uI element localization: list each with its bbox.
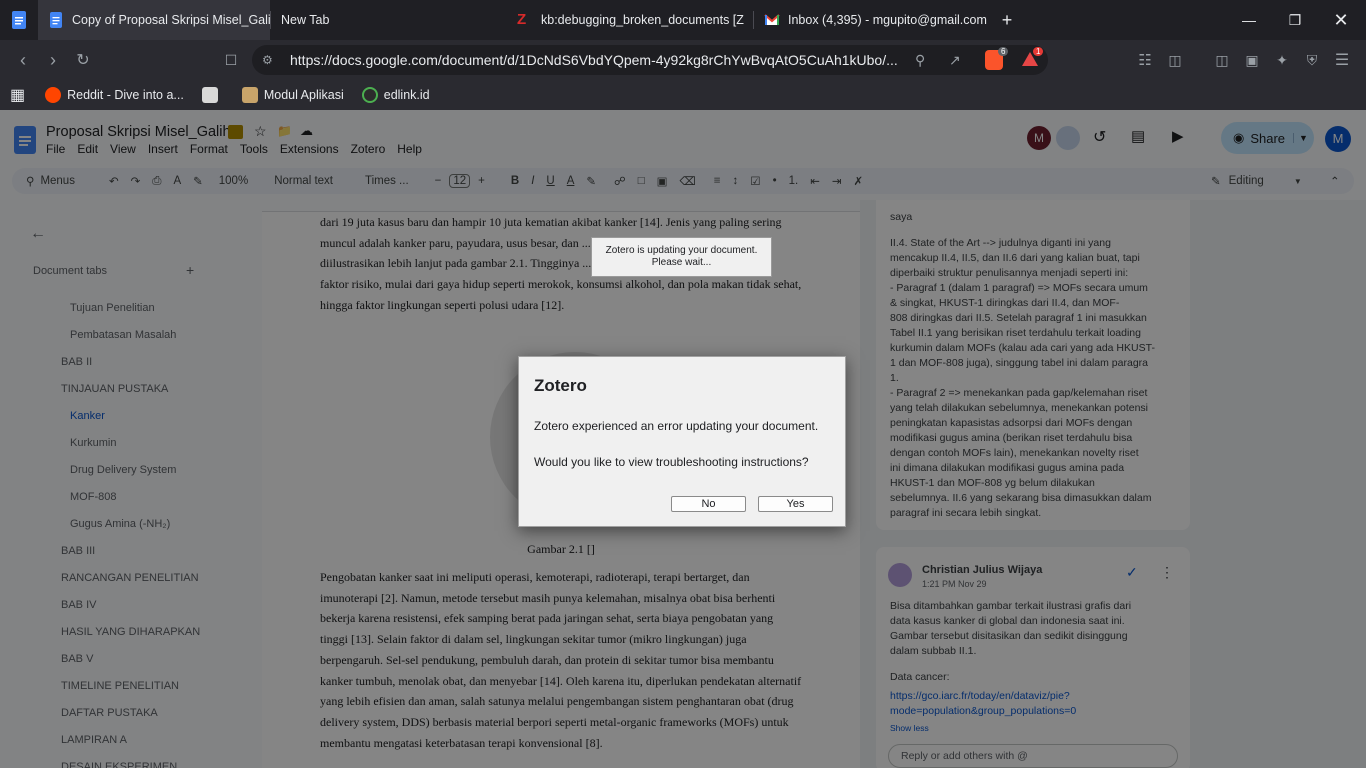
- no-button[interactable]: No: [671, 496, 746, 512]
- bookmark-reddit[interactable]: Reddit - Dive into a...: [45, 87, 184, 103]
- reddit-icon: [45, 87, 62, 103]
- docs-app-icon[interactable]: [0, 0, 38, 40]
- tab-gmail[interactable]: Inbox (4,395) - mgupito@gmail.com: [754, 0, 992, 40]
- tab-label: kb:debugging_broken_documents [Z: [541, 13, 744, 27]
- wallet-icon[interactable]: ▣: [1237, 45, 1267, 75]
- zotero-icon: Z: [517, 11, 527, 28]
- url-bar[interactable]: ⚙ https://docs.google.com/document/d/1Dc…: [252, 45, 1048, 75]
- close-icon[interactable]: ✕: [1318, 0, 1364, 40]
- bookmark-label: edlink.id: [383, 88, 430, 102]
- tab-label: Copy of Proposal Skripsi Misel_Galih: [72, 13, 270, 27]
- back-icon[interactable]: ‹: [8, 45, 38, 75]
- gmail-icon: [764, 14, 780, 25]
- vpn-icon[interactable]: ⛨: [1297, 45, 1327, 75]
- site-info-icon[interactable]: ⚙: [262, 53, 273, 67]
- zotero-error-dialog: Zotero Zotero experienced an error updat…: [518, 356, 846, 527]
- browser-menu-icon[interactable]: ☰: [1327, 45, 1357, 75]
- extensions-icon[interactable]: ☷: [1130, 45, 1160, 75]
- bookmark-icon[interactable]: ☐: [216, 45, 246, 75]
- tab-zotero-kb[interactable]: Z kb:debugging_broken_documents [Z: [507, 0, 753, 40]
- dialog-question: Would you like to view troubleshooting i…: [534, 455, 809, 469]
- yes-button[interactable]: Yes: [758, 496, 833, 512]
- modul-icon: [241, 87, 258, 103]
- search-tab-icon[interactable]: ◫: [1160, 45, 1190, 75]
- tab-proposal[interactable]: Copy of Proposal Skripsi Misel_Galih: [38, 0, 270, 40]
- sidebar-icon[interactable]: ◫: [1207, 45, 1237, 75]
- dialog-message: Zotero experienced an error updating you…: [534, 419, 819, 433]
- brave-badge: 6: [998, 47, 1009, 56]
- url-text: https://docs.google.com/document/d/1DcNd…: [290, 52, 898, 68]
- tab-label: Inbox (4,395) - mgupito@gmail.com: [788, 13, 987, 27]
- progress-wait: Please wait...: [651, 257, 712, 268]
- bookmark-modul-aplikasi[interactable]: Modul Aplikasi: [241, 87, 344, 103]
- docs-icon: [50, 12, 62, 28]
- minimize-icon[interactable]: —: [1226, 0, 1272, 40]
- restore-icon[interactable]: ❐: [1272, 0, 1318, 40]
- forward-icon[interactable]: ›: [38, 45, 68, 75]
- progress-message: Zotero is updating your document.: [605, 245, 758, 256]
- edlink-icon: [361, 87, 378, 103]
- bookmark-edlink[interactable]: edlink.id: [361, 87, 430, 103]
- bookmarks-bar: ▦ Reddit - Dive into a... Modul Aplikasi…: [0, 80, 1366, 110]
- leo-ai-icon[interactable]: ✦: [1267, 45, 1297, 75]
- bookmark-unnamed[interactable]: [201, 87, 224, 103]
- apps-grid-icon[interactable]: ▦: [10, 85, 25, 105]
- new-tab-button[interactable]: +: [992, 0, 1022, 40]
- zotero-progress-window: Zotero is updating your document. Please…: [591, 237, 772, 277]
- share-page-icon[interactable]: ↗: [949, 52, 961, 69]
- dialog-title: Zotero: [534, 376, 587, 395]
- tab-label: New Tab: [281, 13, 330, 27]
- bookmark-label: Reddit - Dive into a...: [67, 88, 184, 102]
- alert-badge: 1: [1033, 47, 1044, 56]
- bookmark-label: Modul Aplikasi: [263, 88, 344, 102]
- page-icon: [201, 87, 218, 103]
- reload-icon[interactable]: ↻: [68, 45, 98, 75]
- tab-new-tab[interactable]: New Tab: [271, 0, 507, 40]
- zoom-icon[interactable]: ⚲: [915, 52, 925, 69]
- address-bar-row: ‹ › ↻ ☐ ⚙ https://docs.google.com/docume…: [0, 40, 1366, 80]
- browser-tab-bar: Copy of Proposal Skripsi Misel_Galih New…: [0, 0, 1366, 40]
